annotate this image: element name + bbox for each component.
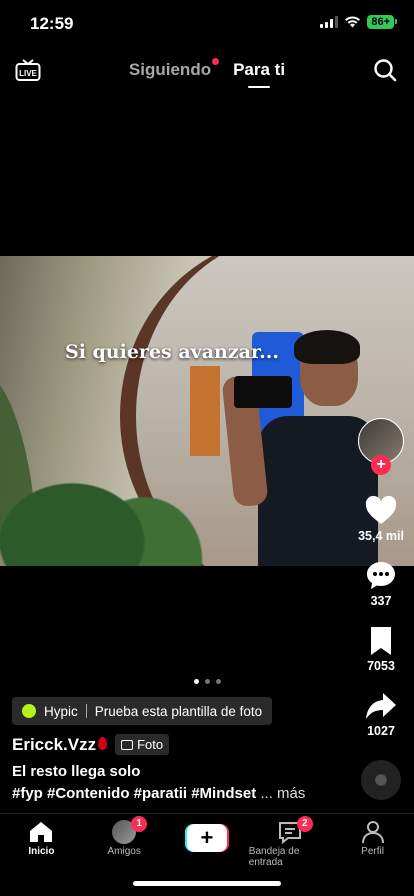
effect-text: Prueba esta plantilla de foto (94, 703, 263, 719)
action-rail: + 35,4 mil 337 7053 1027 (356, 418, 406, 800)
comment-icon[interactable] (364, 559, 398, 593)
friends-badge: 1 (131, 816, 148, 832)
notification-dot (212, 58, 220, 65)
bottom-nav: Inicio 1 Amigos + 2 Bandeja de entrada P… (0, 813, 414, 868)
comment-count: 337 (370, 594, 392, 608)
signal-icon (320, 16, 339, 28)
like-button[interactable]: 35,4 mil (358, 494, 404, 543)
share-button[interactable]: 1027 (364, 689, 398, 738)
battery-indicator: 86+ (367, 15, 397, 29)
post-title: El resto llega solo (12, 763, 141, 780)
profile-icon (361, 821, 384, 844)
tab-following[interactable]: Siguiendo (129, 58, 220, 80)
carousel-dot (193, 679, 199, 684)
home-icon (30, 822, 53, 842)
status-bar: 12:59 86+ (0, 0, 414, 50)
search-icon[interactable] (373, 58, 397, 82)
post-hashtags[interactable]: #fyp #Contenido #paratii #Mindset ... má… (12, 785, 305, 802)
like-count: 35,4 mil (358, 529, 404, 543)
effect-template-chip[interactable]: Hypic Prueba esta plantilla de foto (12, 697, 273, 725)
nav-home[interactable]: Inicio (0, 820, 82, 857)
carousel-indicator (0, 679, 414, 684)
image-icon (121, 739, 134, 750)
carousel-dot (215, 679, 221, 684)
nav-create[interactable]: + (166, 820, 248, 852)
plant (0, 406, 240, 566)
inbox-badge: 2 (296, 816, 313, 832)
author-name[interactable]: Ericck.Vzz (12, 735, 108, 755)
status-indicators: 86+ (320, 15, 397, 29)
tab-for-you[interactable]: Para ti (233, 60, 285, 88)
create-plus-icon[interactable]: + (184, 824, 229, 852)
nav-friends[interactable]: 1 Amigos (83, 816, 165, 857)
effect-name: Hypic (44, 703, 78, 719)
follow-plus-icon[interactable]: + (371, 455, 391, 475)
save-count: 7053 (367, 659, 395, 673)
status-time: 12:59 (30, 14, 74, 33)
active-tab-indicator (248, 86, 271, 88)
top-nav: LIVE Siguiendo Para ti (0, 52, 414, 92)
author-avatar-button[interactable]: + (358, 418, 404, 475)
music-disc-icon[interactable] (361, 760, 401, 800)
carousel-dot (204, 679, 210, 684)
blood-drop-icon (98, 736, 108, 750)
hypic-logo-icon (22, 704, 36, 718)
comment-button[interactable]: 337 (364, 559, 398, 608)
author-row: Ericck.Vzz Foto (12, 734, 170, 755)
heart-icon[interactable] (364, 494, 398, 528)
wifi-icon (345, 16, 361, 28)
person (221, 330, 378, 566)
post-photo[interactable]: Si quieres avanzar... (0, 256, 414, 566)
share-arrow-icon[interactable] (364, 689, 398, 723)
share-count: 1027 (367, 724, 395, 738)
photo-tag: Foto (115, 734, 170, 755)
nav-inbox[interactable]: 2 Bandeja de entrada (249, 816, 331, 868)
home-indicator[interactable] (133, 881, 281, 886)
more-link[interactable]: ... más (260, 785, 305, 802)
nav-profile[interactable]: Perfil (332, 820, 414, 857)
save-button[interactable]: 7053 (364, 624, 398, 673)
bookmark-icon[interactable] (364, 624, 398, 658)
photo-caption-overlay: Si quieres avanzar... (64, 341, 280, 363)
